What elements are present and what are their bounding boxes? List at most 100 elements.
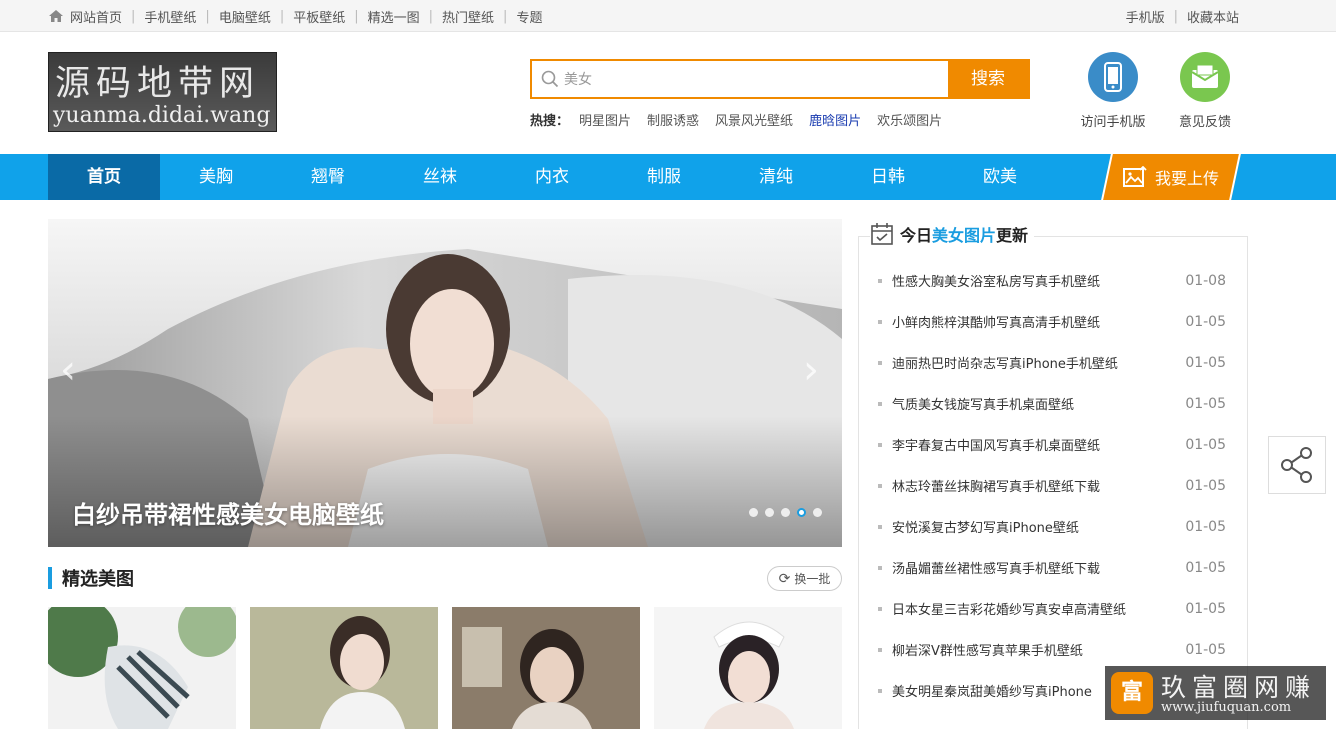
hot-label: 热搜： — [530, 114, 570, 129]
logo-url: yuanma.didai.wang — [53, 103, 271, 128]
upload-label: 我要上传 — [1154, 169, 1219, 188]
hero-slider[interactable]: ‹ › 白纱吊带裙性感美女电脑壁纸 — [48, 219, 842, 547]
list-item-title[interactable]: 汤晶媚蕾丝裙性感写真手机壁纸下载 — [892, 558, 1100, 577]
divider: | — [131, 8, 136, 24]
feedback-button[interactable]: 意见反馈 — [1165, 52, 1245, 130]
search-button[interactable]: 搜索 — [948, 61, 1028, 97]
list-item-date: 01-05 — [1185, 641, 1226, 658]
mail-icon — [1180, 52, 1230, 102]
list-item-title[interactable]: 柳岩深V群性感写真苹果手机壁纸 — [892, 640, 1083, 659]
featured-section-title: 精选美图 — [48, 567, 134, 590]
upload-icon — [1122, 166, 1147, 187]
thumbnail-image[interactable] — [48, 607, 236, 729]
top-link-phone-wallpaper[interactable]: 手机壁纸 — [144, 7, 196, 26]
list-item[interactable]: 日本女星三吉彩花婚纱写真安卓高清壁纸 01-05 — [878, 588, 1228, 629]
nav-item-pure[interactable]: 清纯 — [720, 154, 832, 200]
hot-search-item[interactable]: 鹿晗图片 — [809, 110, 861, 129]
hot-search-item[interactable]: 制服诱惑 — [647, 110, 699, 129]
bullet — [878, 360, 882, 365]
hot-search-item[interactable]: 欢乐颂图片 — [877, 110, 942, 129]
share-button[interactable] — [1268, 436, 1326, 494]
list-item-title[interactable]: 气质美女钱旋写真手机桌面壁纸 — [892, 394, 1074, 413]
nav-item-stockings[interactable]: 丝袜 — [384, 154, 496, 200]
list-item[interactable]: 汤晶媚蕾丝裙性感写真手机壁纸下载 01-05 — [878, 547, 1228, 588]
slider-dot[interactable] — [813, 508, 822, 517]
hot-search-item[interactable]: 明星图片 — [579, 110, 631, 129]
list-item-title[interactable]: 李宇春复古中国风写真手机桌面壁纸 — [892, 435, 1100, 454]
top-link-pc-wallpaper[interactable]: 电脑壁纸 — [219, 7, 271, 26]
nav-item-western[interactable]: 欧美 — [944, 154, 1056, 200]
nav-item-uniform[interactable]: 制服 — [608, 154, 720, 200]
watermark-title: 玖富圈网赚 — [1161, 673, 1317, 702]
list-item[interactable]: 迪丽热巴时尚杂志写真iPhone手机壁纸 01-05 — [878, 342, 1228, 383]
top-link-hot[interactable]: 热门壁纸 — [442, 7, 494, 26]
slider-dot[interactable] — [749, 508, 758, 517]
slider-dot[interactable] — [765, 508, 774, 517]
slider-dot-active[interactable] — [797, 508, 806, 517]
list-item-title[interactable]: 小鲜肉熊梓淇酷帅写真高清手机壁纸 — [892, 312, 1100, 331]
slider-dot[interactable] — [781, 508, 790, 517]
list-item-date: 01-05 — [1185, 600, 1226, 617]
divider: | — [503, 8, 508, 24]
top-link-featured[interactable]: 精选一图 — [368, 7, 420, 26]
top-link-mobile[interactable]: 手机版 — [1126, 7, 1165, 26]
list-item[interactable]: 柳岩深V群性感写真苹果手机壁纸 01-05 — [878, 629, 1228, 670]
updates-panel-header: 今日美女图片更新 — [870, 222, 1035, 246]
list-item[interactable]: 李宇春复古中国风写真手机桌面壁纸 01-05 — [878, 424, 1228, 465]
refresh-button[interactable]: ⟳ 换一批 — [767, 566, 842, 591]
nav-item-home[interactable]: 首页 — [48, 154, 160, 200]
top-link-topics[interactable]: 专题 — [516, 7, 542, 26]
bullet — [878, 319, 882, 324]
feedback-label: 意见反馈 — [1178, 115, 1231, 130]
updates-list: 性感大胸美女浴室私房写真手机壁纸 01-08 小鲜肉熊梓淇酷帅写真高清手机壁纸 01… — [878, 260, 1228, 711]
watermark-logo: 富 — [1111, 672, 1153, 714]
bullet — [878, 565, 882, 570]
calendar-icon — [871, 223, 893, 245]
slider-caption[interactable]: 白纱吊带裙性感美女电脑壁纸 — [72, 495, 384, 530]
nav-item-jpkr[interactable]: 日韩 — [832, 154, 944, 200]
slider-next-button[interactable]: › — [803, 347, 819, 393]
watermark-url: www.jiufuquan.com — [1161, 700, 1292, 715]
thumbnail-image[interactable] — [452, 607, 640, 729]
featured-thumbnails — [48, 607, 856, 729]
bullet — [878, 524, 882, 529]
top-right-links: 手机版 | 收藏本站 — [1126, 0, 1239, 32]
bullet — [878, 278, 882, 283]
list-item-date: 01-05 — [1185, 354, 1226, 371]
list-item-title[interactable]: 美女明星秦岚甜美婚纱写真iPhone — [892, 681, 1092, 700]
hot-search-item[interactable]: 风景风光壁纸 — [715, 110, 793, 129]
top-link-tablet-wallpaper[interactable]: 平板壁纸 — [293, 7, 345, 26]
slider-prev-button[interactable]: ‹ — [60, 347, 76, 393]
bullet — [878, 483, 882, 488]
updates-title-highlight: 美女图片 — [932, 226, 997, 245]
list-item-title[interactable]: 林志玲蕾丝抹胸裙写真手机壁纸下载 — [892, 476, 1100, 495]
upload-button[interactable]: 我要上传 — [1106, 154, 1236, 200]
list-item-title[interactable]: 性感大胸美女浴室私房写真手机壁纸 — [892, 271, 1100, 290]
bullet — [878, 442, 882, 447]
site-logo[interactable]: 源码地带网 yuanma.didai.wang — [48, 52, 277, 132]
logo-text: 源码地带网 — [55, 64, 261, 104]
list-item-title[interactable]: 迪丽热巴时尚杂志写真iPhone手机壁纸 — [892, 353, 1118, 372]
list-item-title[interactable]: 日本女星三吉彩花婚纱写真安卓高清壁纸 — [892, 599, 1126, 618]
list-item[interactable]: 小鲜肉熊梓淇酷帅写真高清手机壁纸 01-05 — [878, 301, 1228, 342]
list-item-date: 01-08 — [1185, 272, 1226, 289]
top-link-home[interactable]: 网站首页 — [70, 7, 122, 26]
list-item[interactable]: 安悦溪复古梦幻写真iPhone壁纸 01-05 — [878, 506, 1228, 547]
thumbnail-image[interactable] — [654, 607, 842, 729]
list-item[interactable]: 林志玲蕾丝抹胸裙写真手机壁纸下载 01-05 — [878, 465, 1228, 506]
list-item-title[interactable]: 安悦溪复古梦幻写真iPhone壁纸 — [892, 517, 1079, 536]
list-item[interactable]: 性感大胸美女浴室私房写真手机壁纸 01-08 — [878, 260, 1228, 301]
nav-item-chest[interactable]: 美胸 — [160, 154, 272, 200]
home-icon — [49, 10, 63, 22]
search-icon — [541, 70, 559, 88]
thumbnail-image[interactable] — [250, 607, 438, 729]
top-link-bookmark[interactable]: 收藏本站 — [1187, 7, 1239, 26]
watermark: 富 玖富圈网赚 www.jiufuquan.com — [1105, 666, 1326, 720]
bullet — [878, 647, 882, 652]
mobile-version-button[interactable]: 访问手机版 — [1073, 52, 1153, 130]
list-item[interactable]: 气质美女钱旋写真手机桌面壁纸 01-05 — [878, 383, 1228, 424]
nav-item-lingerie[interactable]: 内衣 — [496, 154, 608, 200]
search-input[interactable] — [564, 61, 944, 97]
nav-item-hips[interactable]: 翘臀 — [272, 154, 384, 200]
list-item-date: 01-05 — [1185, 395, 1226, 412]
